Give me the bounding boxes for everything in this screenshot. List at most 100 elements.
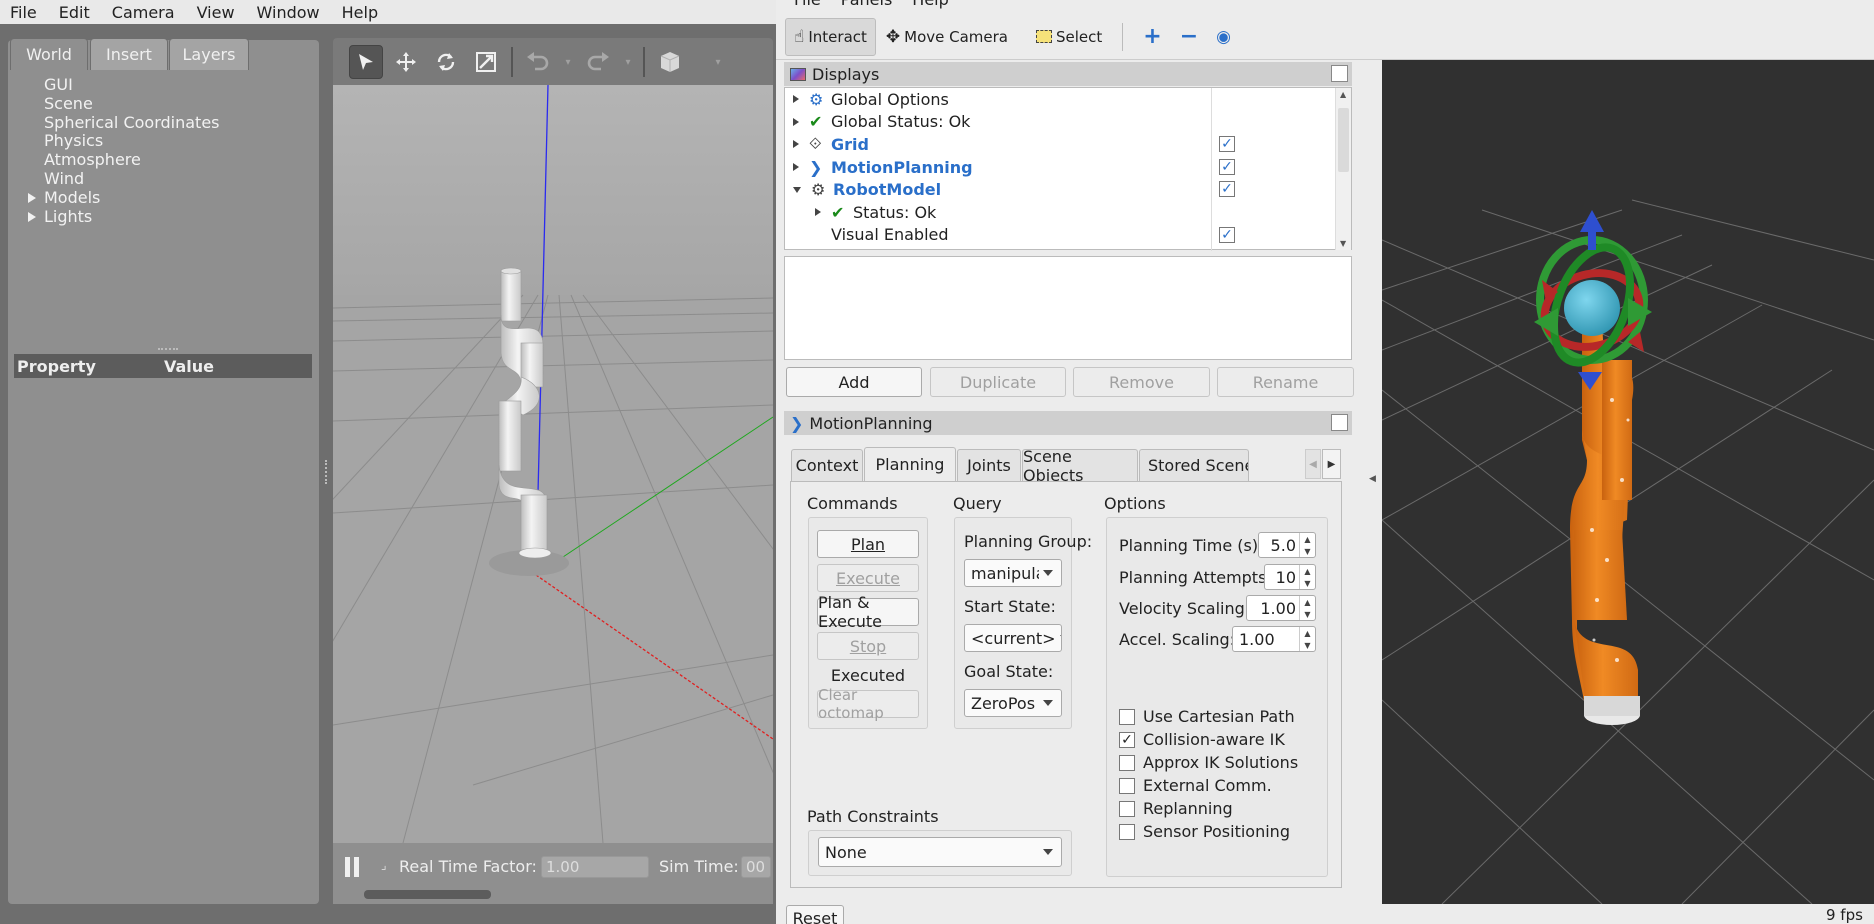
rename-display-button[interactable]: Rename bbox=[1217, 367, 1354, 397]
undo-dropdown-icon[interactable]: ▾ bbox=[561, 45, 575, 79]
panel-splitter[interactable] bbox=[325, 460, 328, 484]
pause-icon[interactable] bbox=[345, 857, 361, 879]
rviz-menu-help[interactable]: Help bbox=[912, 0, 948, 10]
option-checkbox[interactable]: ✓ bbox=[1119, 731, 1135, 748]
world-tree-item[interactable]: Physics bbox=[26, 131, 316, 151]
move-camera-tool[interactable]: ✥ Move Camera bbox=[878, 18, 1016, 56]
planning-group-combo[interactable]: manipulator bbox=[964, 559, 1062, 587]
remove-tool-icon[interactable]: − bbox=[1172, 18, 1206, 56]
eye-icon[interactable]: ◉ bbox=[1208, 18, 1239, 56]
menu-edit[interactable]: Edit bbox=[59, 3, 90, 22]
displays-float-checkbox[interactable] bbox=[1331, 65, 1348, 82]
world-tree-item[interactable]: Spherical Coordinates bbox=[26, 113, 316, 133]
expand-arrow-icon[interactable] bbox=[793, 95, 799, 104]
redo-dropdown-icon[interactable]: ▾ bbox=[621, 45, 635, 79]
tab-layers[interactable]: Layers bbox=[169, 38, 249, 70]
plan-execute-button[interactable]: Plan & Execute bbox=[817, 593, 919, 631]
display-tree-row[interactable]: ✔ Status: Ok bbox=[785, 201, 1335, 224]
option-row[interactable]: External Comm. bbox=[1119, 774, 1319, 797]
tab-stored-scenes[interactable]: Stored Scenes bbox=[1139, 449, 1249, 481]
display-tree-row[interactable]: ❯ MotionPlanning ✓ bbox=[785, 156, 1335, 179]
world-tree-item[interactable]: Atmosphere bbox=[26, 150, 316, 170]
expand-arrow-icon[interactable] bbox=[28, 192, 36, 203]
tab-scroll-right-icon[interactable]: ▶ bbox=[1322, 449, 1341, 479]
tab-insert[interactable]: Insert bbox=[90, 38, 168, 70]
plan-button[interactable]: Plan bbox=[817, 530, 919, 558]
box-icon[interactable] bbox=[653, 45, 687, 79]
accel-scaling-spinbox[interactable]: 1.00 ▲ ▼ bbox=[1232, 626, 1316, 652]
shapes-dropdown-icon[interactable]: ▾ bbox=[711, 45, 725, 79]
display-tree-row[interactable]: ⚙ RobotModel ✓ bbox=[785, 178, 1335, 201]
splitter-handle[interactable] bbox=[158, 348, 178, 350]
start-state-combo[interactable]: <current> bbox=[964, 624, 1062, 652]
world-tree-item[interactable]: Scene bbox=[26, 94, 316, 114]
option-row[interactable]: Use Cartesian Path bbox=[1119, 705, 1319, 728]
tab-scene-objects[interactable]: Scene Objects bbox=[1022, 447, 1138, 485]
collapse-arrow-icon[interactable] bbox=[793, 186, 801, 193]
planning-time-spinbox[interactable]: 5.0 ▲ ▼ bbox=[1258, 532, 1316, 558]
translate-icon[interactable] bbox=[389, 45, 423, 79]
undo-icon[interactable] bbox=[521, 45, 555, 79]
path-constraints-combo[interactable]: None bbox=[818, 837, 1062, 867]
execute-button[interactable]: Execute bbox=[817, 564, 919, 592]
select-icon[interactable] bbox=[349, 45, 383, 79]
expand-arrow-icon[interactable] bbox=[793, 117, 799, 126]
gazebo-3d-viewport[interactable] bbox=[333, 85, 773, 843]
rviz-menu-file[interactable]: File bbox=[794, 0, 821, 10]
option-row[interactable]: Sensor Positioning bbox=[1119, 820, 1319, 843]
planning-attempts-spinbox[interactable]: 10 ▲ ▼ bbox=[1264, 564, 1316, 590]
rviz-3d-viewport[interactable] bbox=[1382, 60, 1874, 904]
reset-button[interactable]: Reset bbox=[786, 905, 844, 924]
horizontal-scrollbar[interactable] bbox=[364, 890, 491, 899]
option-checkbox[interactable] bbox=[1119, 708, 1135, 725]
goal-state-combo[interactable]: ZeroPos bbox=[964, 689, 1062, 717]
duplicate-display-button[interactable]: Duplicate bbox=[930, 367, 1066, 397]
stop-button[interactable]: Stop bbox=[817, 632, 919, 660]
expand-arrow-icon[interactable] bbox=[793, 140, 799, 149]
select-tool[interactable]: Select bbox=[1028, 18, 1110, 56]
world-tree-item[interactable]: Models bbox=[26, 188, 316, 208]
menu-help[interactable]: Help bbox=[342, 3, 378, 22]
display-enabled-checkbox[interactable]: ✓ bbox=[1219, 158, 1235, 175]
scale-icon[interactable] bbox=[469, 45, 503, 79]
display-tree-row[interactable]: Visual Enabled ✓ bbox=[785, 224, 1335, 247]
motion-planning-float-checkbox[interactable] bbox=[1331, 414, 1348, 431]
option-row[interactable]: Replanning bbox=[1119, 797, 1319, 820]
velocity-scaling-spinbox[interactable]: 1.00 ▲ ▼ bbox=[1246, 595, 1316, 621]
remove-display-button[interactable]: Remove bbox=[1073, 367, 1210, 397]
expand-arrow-icon[interactable] bbox=[815, 208, 821, 217]
add-display-button[interactable]: Add bbox=[786, 367, 922, 397]
option-checkbox[interactable] bbox=[1119, 800, 1135, 817]
menu-window[interactable]: Window bbox=[257, 3, 320, 22]
tab-scroll-left-icon[interactable]: ◀ bbox=[1305, 449, 1321, 479]
menu-file[interactable]: File bbox=[10, 3, 37, 22]
expand-arrow-icon[interactable] bbox=[28, 211, 36, 222]
interact-tool[interactable]: ☝ Interact bbox=[785, 17, 876, 56]
option-checkbox[interactable] bbox=[1119, 754, 1135, 771]
step-icon[interactable]: ⌟ bbox=[381, 858, 387, 872]
world-tree-item[interactable]: Wind bbox=[26, 169, 316, 189]
collapse-panel-icon[interactable]: ◀ bbox=[1369, 474, 1376, 484]
tab-joints[interactable]: Joints bbox=[957, 449, 1021, 481]
redo-icon[interactable] bbox=[581, 45, 615, 79]
rotate-icon[interactable] bbox=[429, 45, 463, 79]
option-checkbox[interactable] bbox=[1119, 823, 1135, 840]
display-tree-row[interactable]: ✔ Global Status: Ok bbox=[785, 111, 1335, 134]
option-row[interactable]: Approx IK Solutions bbox=[1119, 751, 1319, 774]
display-tree-row[interactable]: ⚙ Global Options bbox=[785, 88, 1335, 111]
display-tree-row[interactable]: ⟐ Grid ✓ bbox=[785, 133, 1335, 156]
tab-planning[interactable]: Planning bbox=[864, 447, 956, 481]
display-enabled-checkbox[interactable]: ✓ bbox=[1219, 136, 1235, 153]
expand-arrow-icon[interactable] bbox=[793, 163, 799, 172]
clear-octomap-button[interactable]: Clear octomap bbox=[817, 686, 919, 722]
displays-scrollbar[interactable]: ▲ ▼ bbox=[1335, 88, 1351, 250]
option-row[interactable]: ✓ Collision-aware IK bbox=[1119, 728, 1319, 751]
menu-view[interactable]: View bbox=[197, 3, 235, 22]
display-enabled-checkbox[interactable]: ✓ bbox=[1219, 181, 1235, 198]
tab-world[interactable]: World bbox=[10, 38, 88, 70]
option-checkbox[interactable] bbox=[1119, 777, 1135, 794]
world-tree-item[interactable]: GUI bbox=[26, 75, 316, 95]
add-tool-icon[interactable]: + bbox=[1135, 18, 1169, 56]
tab-context[interactable]: Context bbox=[791, 449, 863, 481]
menu-camera[interactable]: Camera bbox=[112, 3, 175, 22]
